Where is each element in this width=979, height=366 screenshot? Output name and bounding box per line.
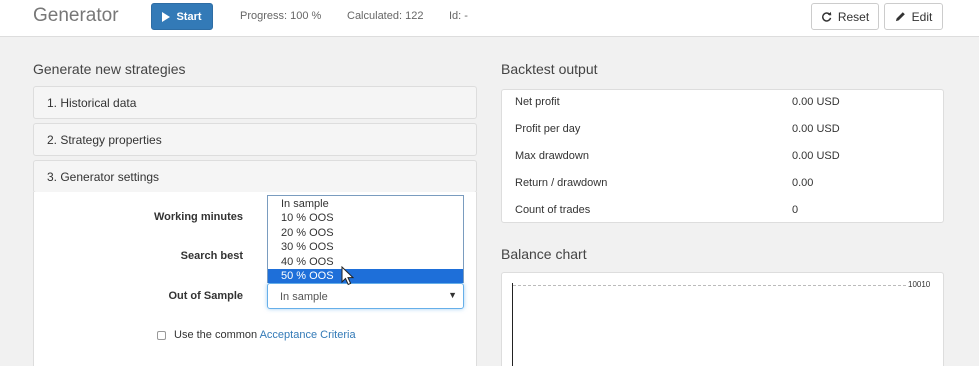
mouse-pointer-icon [341,266,355,286]
generate-section-title: Generate new strategies [33,61,186,77]
dropdown-option[interactable]: 40 % OOS [268,255,463,269]
reset-button-label: Reset [837,9,870,24]
edit-button[interactable]: Edit [884,3,943,30]
chart-tick-label: 10010 [908,280,931,289]
balance-chart-title: Balance chart [501,246,587,262]
dropdown-option-highlighted[interactable]: 50 % OOS [268,268,463,284]
reset-button[interactable]: Reset [811,3,879,30]
start-button-label: Start [176,10,202,23]
row-label: Count of trades [515,204,591,216]
refresh-icon [821,11,832,22]
accordion-generator-settings[interactable]: 3. Generator settings [33,160,477,193]
dropdown-option[interactable]: 20 % OOS [268,226,463,240]
search-best-label: Search best [180,250,243,262]
progress-status: Progress: 100 % [240,10,322,22]
calculated-status: Calculated: 122 [347,10,424,22]
acceptance-criteria-row: Use the common Acceptance Criteria [157,329,356,341]
acceptance-criteria-checkbox[interactable] [157,330,166,340]
out-of-sample-value: In sample [280,291,328,303]
dropdown-option[interactable]: 30 % OOS [268,240,463,254]
balance-chart: 10010 [501,272,944,366]
table-row: Count of trades 0 [502,198,945,225]
acceptance-criteria-text: Use the common Acceptance Criteria [174,329,356,341]
out-of-sample-dropdown: In sample 10 % OOS 20 % OOS 30 % OOS 40 … [267,195,464,284]
row-value: 0.00 [792,177,814,189]
out-of-sample-label: Out of Sample [168,290,243,302]
acceptance-criteria-link[interactable]: Acceptance Criteria [260,329,356,341]
dropdown-option[interactable]: 10 % OOS [268,211,463,225]
row-value: 0.00 USD [792,150,840,162]
acceptance-criteria-prefix: Use the common [174,329,260,341]
play-icon [162,11,171,22]
row-value: 0.00 USD [792,123,840,135]
accordion-historical-data[interactable]: 1. Historical data [33,86,477,119]
working-minutes-label: Working minutes [153,211,243,223]
accordion-strategy-properties[interactable]: 2. Strategy properties [33,123,477,156]
out-of-sample-select[interactable]: In sample ▼ [267,283,464,309]
row-label: Profit per day [515,123,581,135]
chart-y-axis [512,283,513,366]
table-row: Net profit 0.00 USD [502,90,945,117]
row-label: Return / drawdown [515,177,608,189]
row-value: 0.00 USD [792,96,840,108]
backtest-section-title: Backtest output [501,61,598,77]
row-label: Net profit [515,96,560,108]
top-toolbar: Generator Start Progress: 100 % Calculat… [0,0,979,37]
id-status: Id: - [449,10,468,22]
page-title: Generator [33,5,119,26]
chart-gridline [513,285,906,286]
caret-down-icon: ▼ [448,290,457,300]
pencil-icon [895,12,905,22]
table-row: Max drawdown 0.00 USD [502,144,945,171]
backtest-output-table: Net profit 0.00 USD Profit per day 0.00 … [501,89,944,223]
start-button[interactable]: Start [151,3,213,30]
row-label: Max drawdown [515,150,589,162]
edit-button-label: Edit [911,9,933,24]
table-row: Profit per day 0.00 USD [502,117,945,144]
row-value: 0 [792,204,799,216]
table-row: Return / drawdown 0.00 [502,171,945,198]
dropdown-option[interactable]: In sample [268,197,463,211]
